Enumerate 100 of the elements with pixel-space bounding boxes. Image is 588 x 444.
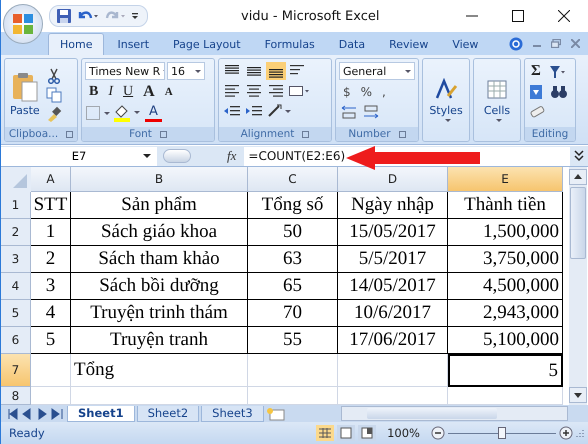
paste-button[interactable]: Paste — [8, 70, 42, 119]
underline-button[interactable]: U — [119, 82, 138, 101]
number-format-button[interactable]: % — [356, 82, 376, 101]
row-header[interactable]: 7 — [1, 354, 31, 387]
column-header[interactable]: D — [338, 167, 448, 192]
dialog-launcher-icon[interactable] — [302, 130, 310, 138]
scissors-icon[interactable] — [46, 68, 62, 84]
ribbon-tab[interactable]: View — [441, 34, 490, 55]
dialog-launcher-icon[interactable] — [398, 130, 406, 138]
group-label: Editing — [532, 128, 568, 140]
font-color-button[interactable]: A — [145, 103, 162, 122]
table-cell: 65 — [248, 273, 338, 300]
sheet-tab[interactable]: Sheet2 — [136, 406, 200, 422]
table-cell: Tổng — [71, 354, 248, 387]
table-cell: 2 — [31, 246, 71, 273]
group-label: Font — [129, 128, 152, 140]
ribbon-tab[interactable]: Review — [378, 34, 440, 55]
bold-button[interactable]: B — [85, 82, 102, 101]
sheet-tab[interactable]: Sheet3 — [201, 406, 264, 422]
table-cell: 55 — [248, 327, 338, 354]
font-name-field[interactable]: Times New R — [85, 62, 165, 80]
table-cell: 70 — [248, 300, 338, 327]
scroll-thumb[interactable] — [570, 187, 586, 259]
italic-button[interactable]: I — [104, 82, 118, 101]
name-box[interactable]: E7 — [1, 146, 157, 166]
table-cell: 17/06/2017 — [338, 327, 448, 354]
help-icon[interactable] — [509, 36, 523, 50]
table-cell: 3,750,000 — [448, 246, 563, 273]
insert-function-button[interactable]: fx — [227, 148, 236, 164]
table-cell: STT — [31, 192, 71, 219]
sheet-tab[interactable]: Sheet1 — [67, 406, 135, 422]
ribbon-tab[interactable]: Home — [48, 33, 104, 55]
ribbon-tab[interactable]: Formulas — [254, 34, 326, 55]
font-size-field[interactable]: 16 — [167, 62, 205, 80]
maximize-icon[interactable] — [512, 10, 524, 22]
autosum-button[interactable]: Σ — [528, 62, 544, 81]
group-label: Number — [348, 128, 391, 140]
row-header[interactable]: 4 — [1, 273, 31, 300]
ribbon-tab[interactable]: Insert — [106, 34, 160, 55]
window-title: vidu - Microsoft Excel — [241, 8, 380, 24]
normal-view-icon[interactable] — [316, 425, 334, 441]
fill-color-icon[interactable] — [113, 104, 143, 122]
row-header[interactable]: 8 — [1, 387, 31, 405]
scroll-down-icon[interactable] — [569, 387, 587, 403]
binoculars-icon[interactable] — [550, 83, 570, 101]
row-header[interactable]: 2 — [1, 219, 31, 246]
vertical-align-icon[interactable] — [266, 62, 286, 80]
table-cell: Truyện tranh — [71, 327, 248, 354]
table-cell: 2,943,000 — [448, 300, 563, 327]
ribbon-tab[interactable]: Data — [328, 34, 376, 55]
brush-icon[interactable] — [46, 106, 62, 122]
office-button[interactable] — [3, 4, 43, 44]
table-cell: 5,100,000 — [448, 327, 563, 354]
column-header[interactable]: A — [31, 167, 71, 192]
table-cell — [31, 354, 71, 387]
styles-button[interactable]: Styles — [423, 59, 469, 141]
table-cell: 63 — [248, 246, 338, 273]
scroll-up-icon[interactable] — [569, 169, 587, 185]
insert-sheet-icon[interactable] — [266, 406, 286, 420]
logo-icon — [10, 11, 36, 37]
grow-font-button[interactable]: A — [139, 82, 159, 101]
dialog-launcher-icon[interactable] — [66, 130, 74, 138]
dialog-launcher-icon[interactable] — [160, 130, 167, 138]
save-icon[interactable] — [56, 8, 72, 24]
zoom-out-icon[interactable] — [431, 426, 445, 440]
increase-decimal-icon[interactable] — [339, 103, 359, 121]
expand-icon[interactable] — [573, 149, 585, 163]
page-layout-icon[interactable] — [337, 425, 356, 441]
zoom-level: 100% — [387, 426, 420, 440]
table-cell: 15/05/2017 — [338, 219, 448, 246]
column-header[interactable]: B — [71, 167, 248, 192]
ribbon-tab[interactable]: Page Layout — [162, 34, 252, 55]
page-break-icon[interactable] — [358, 425, 376, 441]
sheet-nav-icon[interactable] — [7, 408, 65, 420]
close-icon[interactable] — [558, 10, 570, 22]
column-header[interactable]: E — [448, 167, 563, 192]
borders-icon[interactable] — [85, 104, 111, 120]
number-format-button[interactable]: , — [378, 82, 390, 101]
zoom-in-icon[interactable] — [559, 426, 573, 440]
table-cell: 5 — [31, 327, 71, 354]
number-format-button[interactable]: $ — [339, 82, 355, 101]
cells-button[interactable]: Cells — [474, 59, 520, 141]
number-format-field[interactable]: General — [339, 62, 415, 80]
resize-grip-icon[interactable] — [576, 429, 584, 437]
formula-bar-handle[interactable] — [163, 149, 191, 163]
group-label: Alignment — [240, 128, 294, 140]
customize-caret-icon[interactable] — [131, 11, 139, 21]
shrink-font-button[interactable]: A — [160, 82, 177, 101]
table-cell: 3 — [31, 273, 71, 300]
row-header[interactable]: 1 — [1, 192, 31, 219]
decrease-decimal-icon[interactable] — [361, 103, 381, 121]
restore-icon[interactable] — [551, 39, 561, 48]
row-header[interactable]: 6 — [1, 327, 31, 354]
table-cell: 4,500,000 — [448, 273, 563, 300]
zoom-slider[interactable] — [498, 426, 506, 438]
horizontal-scrollbar[interactable] — [341, 406, 568, 421]
copy-icon[interactable] — [46, 86, 62, 102]
row-header[interactable]: 3 — [1, 246, 31, 273]
row-header[interactable]: 5 — [1, 300, 31, 327]
column-header[interactable]: C — [248, 167, 338, 192]
